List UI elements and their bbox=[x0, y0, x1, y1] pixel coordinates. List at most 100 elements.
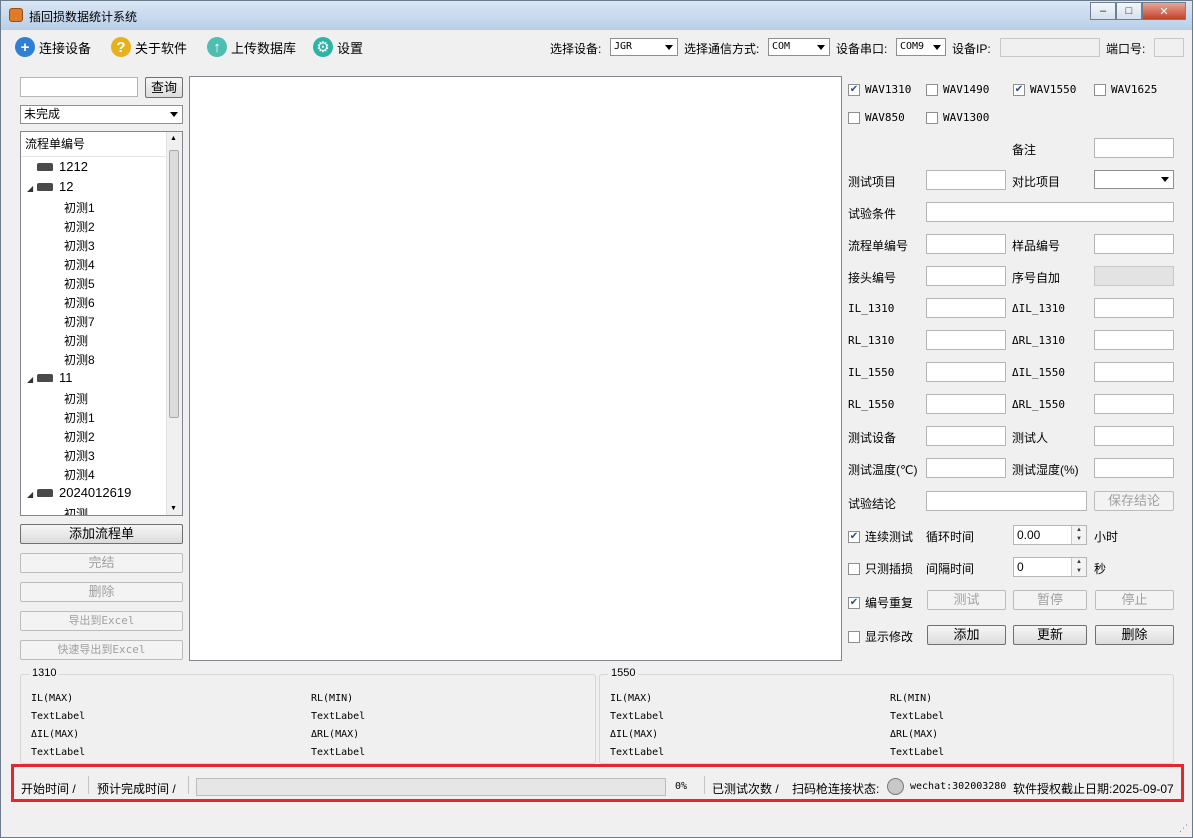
interval-time-spinner[interactable]: 0 ▲ ▼ bbox=[1013, 557, 1087, 577]
maximize-button[interactable]: □ bbox=[1116, 2, 1142, 20]
remark-input[interactable] bbox=[1094, 138, 1174, 158]
delete-button[interactable]: 删除 bbox=[1095, 625, 1174, 645]
tree-leaf-node[interactable]: 初测 bbox=[64, 505, 88, 515]
add-button[interactable]: 添加 bbox=[927, 625, 1006, 645]
tree-leaf-node[interactable]: 初测3 bbox=[64, 447, 95, 464]
tree-group-node[interactable]: ◢ 12 bbox=[27, 179, 73, 194]
minimize-button[interactable]: – bbox=[1090, 2, 1116, 20]
data-view-area[interactable] bbox=[189, 76, 842, 661]
status-filter-select[interactable]: 未完成 bbox=[20, 105, 183, 124]
tree-leaf-node[interactable]: 初测7 bbox=[64, 313, 95, 330]
update-button[interactable]: 更新 bbox=[1013, 625, 1087, 645]
scroll-thumb[interactable] bbox=[169, 150, 179, 418]
test-temp-input[interactable] bbox=[926, 458, 1006, 478]
query-button[interactable]: 查询 bbox=[145, 77, 183, 98]
expanded-arrow-icon[interactable]: ◢ bbox=[27, 184, 37, 193]
wavelength-box[interactable] bbox=[1094, 83, 1106, 96]
delta-il-1310-input[interactable] bbox=[1094, 298, 1174, 318]
tree-leaf-node[interactable]: 初测 bbox=[64, 332, 88, 349]
only-il-checkbox[interactable]: 只测插损 bbox=[848, 560, 913, 577]
rl-1310-input[interactable] bbox=[926, 330, 1006, 350]
test-condition-input[interactable] bbox=[926, 202, 1174, 222]
tree-group-node[interactable]: ◢ 11 bbox=[27, 370, 73, 385]
tree-scrollbar[interactable]: ▲ ▼ bbox=[166, 132, 182, 515]
continuous-test-box[interactable]: ✔ bbox=[848, 530, 860, 543]
wavelength-box[interactable] bbox=[926, 83, 938, 96]
flow-no-input[interactable] bbox=[926, 234, 1006, 254]
wavelength-checkbox[interactable]: WAV1625 bbox=[1094, 83, 1157, 96]
tree-leaf-node[interactable]: 初测2 bbox=[64, 428, 95, 445]
wavelength-checkbox[interactable]: WAV1300 bbox=[926, 111, 989, 124]
wavelength-box[interactable]: ✔ bbox=[1013, 83, 1025, 96]
show-modify-box[interactable] bbox=[848, 630, 860, 643]
wavelength-checkbox[interactable]: ✔ WAV1310 bbox=[848, 83, 911, 96]
scroll-up-icon[interactable]: ▲ bbox=[170, 135, 177, 142]
spinner-arrows-icon[interactable]: ▲ ▼ bbox=[1071, 558, 1086, 576]
test-item-input[interactable] bbox=[926, 170, 1006, 190]
expanded-arrow-icon[interactable]: ◢ bbox=[27, 490, 37, 499]
tree-leaf-node[interactable]: 初测4 bbox=[64, 466, 95, 483]
tree-group-node[interactable]: 1212 bbox=[27, 159, 88, 174]
wavelength-checkbox[interactable]: ✔ WAV1550 bbox=[1013, 83, 1076, 96]
serial-port-select[interactable]: COM9 bbox=[896, 38, 946, 56]
expanded-arrow-icon[interactable]: ◢ bbox=[27, 375, 37, 384]
resize-grip-icon[interactable]: ⋰ bbox=[1179, 823, 1188, 834]
tree-leaf-node[interactable]: 初测3 bbox=[64, 237, 95, 254]
settings-button[interactable]: ⚙ 设置 bbox=[313, 36, 363, 58]
test-conclusion-input[interactable] bbox=[926, 491, 1087, 511]
il-1550-input[interactable] bbox=[926, 362, 1006, 382]
tester-input[interactable] bbox=[1094, 426, 1174, 446]
delta-il-1550-input[interactable] bbox=[1094, 362, 1174, 382]
tree-leaf-node[interactable]: 初测8 bbox=[64, 351, 95, 368]
upload-database-button[interactable]: ↑ 上传数据库 bbox=[207, 36, 296, 58]
connector-no-input[interactable] bbox=[926, 266, 1006, 286]
serial-auto-input[interactable] bbox=[1094, 266, 1174, 286]
compare-item-select[interactable] bbox=[1094, 170, 1174, 189]
close-button[interactable]: ✕ bbox=[1142, 2, 1186, 20]
test-humidity-input[interactable] bbox=[1094, 458, 1174, 478]
pause-button[interactable]: 暂停 bbox=[1013, 590, 1087, 610]
tree-leaf-node[interactable]: 初测2 bbox=[64, 218, 95, 235]
tree-leaf-node[interactable]: 初测1 bbox=[64, 409, 95, 426]
test-device-input[interactable] bbox=[926, 426, 1006, 446]
save-conclusion-button[interactable]: 保存结论 bbox=[1094, 491, 1174, 511]
sample-no-input[interactable] bbox=[1094, 234, 1174, 254]
port-input[interactable] bbox=[1154, 38, 1184, 57]
about-button[interactable]: ? 关于软件 bbox=[111, 36, 187, 58]
wavelength-box[interactable] bbox=[926, 111, 938, 124]
tree-leaf-node[interactable]: 初测6 bbox=[64, 294, 95, 311]
finish-button[interactable]: 完结 bbox=[20, 553, 183, 573]
spinner-arrows-icon[interactable]: ▲ ▼ bbox=[1071, 526, 1086, 544]
connect-device-button[interactable]: + 连接设备 bbox=[15, 36, 91, 58]
il-1310-input[interactable] bbox=[926, 298, 1006, 318]
show-modify-checkbox[interactable]: 显示修改 bbox=[848, 628, 913, 645]
tree-leaf-node[interactable]: 初测5 bbox=[64, 275, 95, 292]
rl-1550-input[interactable] bbox=[926, 394, 1006, 414]
wavelength-checkbox[interactable]: WAV1490 bbox=[926, 83, 989, 96]
tree-leaf-node[interactable]: 初测 bbox=[64, 390, 88, 407]
comm-mode-select[interactable]: COM bbox=[768, 38, 830, 56]
only-il-box[interactable] bbox=[848, 562, 860, 575]
tree-group-node[interactable]: ◢ 2024012619 bbox=[27, 485, 131, 500]
device-ip-input[interactable] bbox=[1000, 38, 1100, 57]
scroll-down-icon[interactable]: ▼ bbox=[170, 505, 177, 512]
device-select[interactable]: JGR bbox=[610, 38, 678, 56]
continuous-test-checkbox[interactable]: ✔ 连续测试 bbox=[848, 528, 913, 545]
quick-export-excel-button[interactable]: 快速导出到Excel bbox=[20, 640, 183, 660]
tree-leaf-node[interactable]: 初测1 bbox=[64, 199, 95, 216]
number-repeat-checkbox[interactable]: ✔ 编号重复 bbox=[848, 594, 913, 611]
wavelength-box[interactable]: ✔ bbox=[848, 83, 860, 96]
delete-flow-button[interactable]: 删除 bbox=[20, 582, 183, 602]
number-repeat-box[interactable]: ✔ bbox=[848, 596, 860, 609]
wavelength-box[interactable] bbox=[848, 111, 860, 124]
stop-button[interactable]: 停止 bbox=[1095, 590, 1174, 610]
wavelength-checkbox[interactable]: WAV850 bbox=[848, 111, 905, 124]
cycle-time-spinner[interactable]: 0.00 ▲ ▼ bbox=[1013, 525, 1087, 545]
tree-leaf-node[interactable]: 初测4 bbox=[64, 256, 95, 273]
add-flow-button[interactable]: 添加流程单 bbox=[20, 524, 183, 544]
test-button[interactable]: 测试 bbox=[927, 590, 1006, 610]
delta-rl-1310-input[interactable] bbox=[1094, 330, 1174, 350]
search-input[interactable] bbox=[20, 77, 138, 97]
delta-rl-1550-input[interactable] bbox=[1094, 394, 1174, 414]
export-excel-button[interactable]: 导出到Excel bbox=[20, 611, 183, 631]
